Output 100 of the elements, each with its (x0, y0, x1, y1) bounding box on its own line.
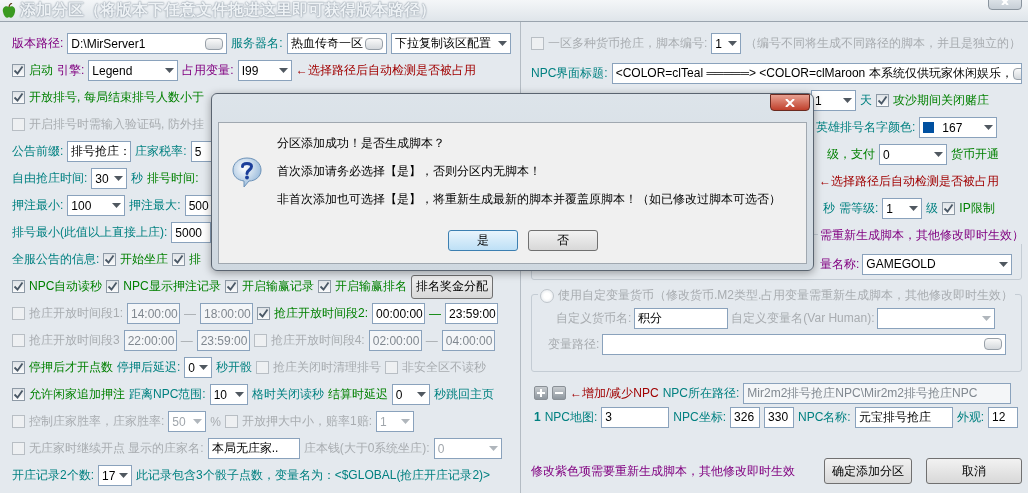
text-field[interactable]: 12 (988, 406, 1019, 428)
checkbox[interactable]: 抢庄开放时间段2: (257, 305, 369, 322)
caret-icon (165, 68, 175, 73)
label-text: 格时关闭读秒 (251, 386, 324, 403)
checkbox[interactable]: 开启输赢记录 (224, 278, 314, 295)
checkbox[interactable]: NPC显示押注记录 (106, 278, 221, 295)
checkmark-icon (225, 281, 237, 292)
checkmark-icon (13, 281, 24, 292)
caret-icon (114, 176, 124, 181)
caret-icon (934, 152, 943, 157)
label-text: 全服公告的信息: (12, 251, 100, 268)
dropdown[interactable]: I99 (237, 60, 292, 81)
dropdown[interactable]: 100 (67, 195, 126, 216)
label-text: 英雄排号名字颜色: (816, 119, 916, 136)
label-text: 服务器名: (231, 35, 283, 52)
dropdown[interactable]: 1 (882, 198, 923, 219)
dash-text: — (180, 333, 193, 348)
text-field[interactable]: 热血传奇一区 (286, 33, 387, 54)
add-button[interactable] (534, 386, 548, 400)
dropdown[interactable]: 0 (879, 144, 947, 165)
text-field[interactable]: 排号抢庄： (67, 141, 132, 162)
caret-icon (112, 203, 122, 208)
label-text: 距离NPC范围: (129, 386, 206, 403)
dialog-button[interactable]: 否 (527, 230, 598, 251)
caret-icon (278, 68, 288, 73)
text-field[interactable]: 本局无庄家.. (207, 438, 300, 459)
label-text: 停押后延迟: (117, 359, 181, 376)
label-text: NPC界面标题: (531, 65, 608, 82)
browse-button[interactable] (205, 37, 224, 50)
caret-icon (497, 41, 507, 46)
checkbox[interactable]: 开启输赢排名 (317, 278, 407, 295)
label-text: 天 (860, 92, 872, 109)
checkbox[interactable]: IP限制 (942, 200, 995, 217)
action-button[interactable]: 排名奖金分配 (410, 274, 493, 299)
checkbox[interactable]: 启动 (12, 62, 53, 79)
label-text: 货币开通 (951, 146, 999, 163)
checkmark-icon (13, 92, 24, 103)
label-text: 排号最小(此值以上直接上庄): (12, 224, 168, 241)
dash-text: — (429, 306, 442, 321)
checkbox[interactable]: 允许闲家追加押注 (12, 386, 125, 403)
label-text: ←选择路径后自动检测是否被占用 (819, 173, 999, 190)
dropdown[interactable]: 下拉复制该区配置 (390, 33, 511, 54)
dropdown[interactable]: Legend (88, 60, 179, 81)
remove-button[interactable] (552, 386, 566, 400)
checkmark-icon (104, 254, 116, 265)
text-field[interactable]: 3 (601, 406, 670, 428)
caret-icon (488, 446, 498, 451)
text-field[interactable] (602, 333, 1007, 355)
dropdown[interactable]: 17 (98, 465, 132, 486)
label-text: 公告前缀: (12, 143, 64, 160)
dropdown[interactable]: 10 (209, 384, 248, 405)
label-text: 量名称: (820, 255, 860, 273)
label-text: 排号时间: (147, 170, 199, 187)
text-field[interactable]: <COLOR=clTeal ═════> <COLOR=clMaroon 本系统仅供玩家休闲娱乐， (611, 63, 1022, 84)
label-text: 占用变量: (182, 62, 234, 79)
plus-icon (537, 389, 545, 397)
text-field[interactable]: 330 (764, 406, 795, 428)
checkmark-icon (13, 389, 24, 400)
text-field[interactable]: 00:00:00 (372, 303, 426, 324)
label-text: % (210, 414, 221, 429)
checkbox[interactable]: 开放排号, 每局结束排号人数小于 (12, 89, 204, 106)
close-button[interactable] (770, 94, 810, 111)
checkmark-icon (107, 281, 119, 292)
text-field[interactable]: 元宝排号抢庄 (854, 406, 953, 428)
checkmark-icon (943, 203, 955, 214)
label-text: 自由抢庄时间: (12, 170, 88, 187)
label-text: NPC坐标: (673, 408, 727, 426)
dropdown[interactable]: 1 (811, 90, 856, 111)
dropdown[interactable]: 0 (391, 384, 430, 405)
text-field[interactable]: 326 (730, 406, 761, 428)
label-text: NPC地图: (544, 408, 598, 426)
label-text: 结算时延迟 (327, 386, 388, 403)
minus-icon (555, 389, 563, 397)
checkbox[interactable]: NPC自动读秒 (12, 278, 103, 295)
dropdown[interactable]: 1 (711, 33, 742, 54)
label-text: ←增加/减少NPC (570, 384, 659, 402)
dialog-message: 首次添加请务必选择【是】，否则分区内无脚本！ (277, 163, 542, 180)
label-text: 引擎: (57, 62, 85, 79)
browse-button[interactable] (364, 37, 383, 50)
label-text: NPC所在路径: (662, 384, 740, 402)
dialog-button[interactable]: 是 (447, 230, 518, 251)
text-field[interactable]: 5000 (171, 222, 212, 243)
checkbox[interactable]: 停押后才开点数 (12, 359, 113, 376)
action-button[interactable]: 确定添加分区 (824, 458, 912, 484)
caret-icon (984, 125, 994, 130)
dropdown[interactable]: 167 (919, 117, 998, 138)
text-field[interactable]: 23:59:00 (445, 303, 499, 324)
dropdown[interactable]: 0 (184, 357, 213, 378)
checkbox[interactable]: 攻沙期间关闭赌庄 (876, 92, 989, 109)
dropdown[interactable]: GAMEGOLD (862, 253, 1013, 275)
label-text: 秒 (131, 170, 144, 187)
checkbox[interactable]: 排 (172, 251, 202, 268)
action-button[interactable]: 取消 (926, 458, 1022, 484)
close-icon (785, 98, 795, 107)
dropdown[interactable]: 30 (91, 168, 128, 189)
label-text: 此记录包含3个骰子点数，变量名为：<$GLOBAL(抢庄开庄记录2)> (136, 467, 491, 484)
caret-icon (728, 41, 738, 46)
checkbox[interactable]: 开始坐庄 (103, 251, 169, 268)
label-text: ←选择路径后自动检测是否被占用 (295, 62, 476, 79)
text-field[interactable]: D:\MirServer1 (67, 33, 228, 54)
